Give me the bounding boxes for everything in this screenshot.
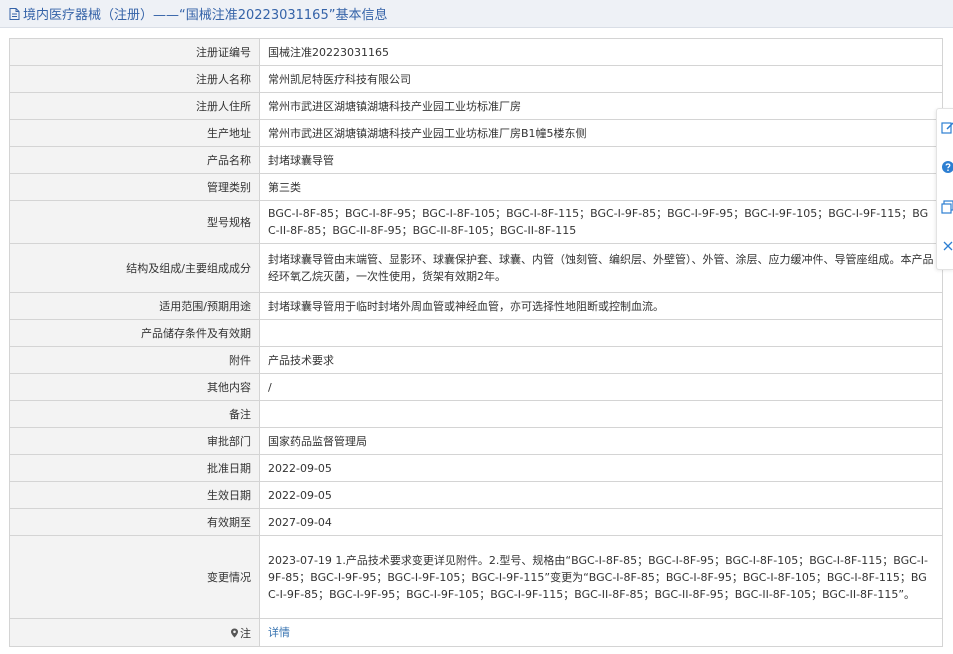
help-icon[interactable] [941, 160, 953, 174]
details-link[interactable]: 详情 [268, 626, 290, 639]
table-row: 附件 产品技术要求 [9, 346, 943, 374]
row-label: 注册人住所 [9, 92, 260, 120]
row-label: 生效日期 [9, 481, 260, 509]
row-label: 备注 [9, 400, 260, 428]
row-label: 结构及组成/主要组成成分 [9, 243, 260, 293]
side-toolbar [936, 108, 953, 270]
row-value: 国械注准20223031165 [259, 38, 943, 66]
table-row: 变更情况 2023-07-19 1.产品技术要求变更详见附件。2.型号、规格由“… [9, 535, 943, 619]
table-row: 注册证编号 国械注准20223031165 [9, 38, 943, 66]
row-value: 2027-09-04 [259, 508, 943, 536]
row-value: 封堵球囊导管 [259, 146, 943, 174]
page-title: 境内医疗器械（注册）——“国械注准20223031165”基本信息 [23, 8, 388, 23]
row-label: 产品储存条件及有效期 [9, 319, 260, 347]
row-label: 批准日期 [9, 454, 260, 482]
table-row: 产品储存条件及有效期 [9, 319, 943, 347]
row-value: 国家药品监督管理局 [259, 427, 943, 455]
row-value: / [259, 373, 943, 401]
row-label: 产品名称 [9, 146, 260, 174]
row-value: 2023-07-19 1.产品技术要求变更详见附件。2.型号、规格由“BGC-I… [259, 535, 943, 619]
row-label: 审批部门 [9, 427, 260, 455]
table-row: 生产地址 常州市武进区湖塘镇湖塘科技产业园工业坊标准厂房B1幢5楼东侧 [9, 119, 943, 147]
table-row: 注册人住所 常州市武进区湖塘镇湖塘科技产业园工业坊标准厂房 [9, 92, 943, 120]
note-label: 注 [240, 626, 251, 640]
row-label: 注册证编号 [9, 38, 260, 66]
table-row: 型号规格 BGC-I-8F-85；BGC-I-8F-95；BGC-I-8F-10… [9, 200, 943, 244]
row-label: 其他内容 [9, 373, 260, 401]
row-value: 常州市武进区湖塘镇湖塘科技产业园工业坊标准厂房B1幢5楼东侧 [259, 119, 943, 147]
note-label-cell: 注 [9, 618, 260, 647]
row-label: 有效期至 [9, 508, 260, 536]
note-value-cell: 详情 [259, 618, 943, 647]
table-row: 管理类别 第三类 [9, 173, 943, 201]
table-row: 生效日期 2022-09-05 [9, 481, 943, 509]
copy-icon[interactable] [941, 200, 953, 214]
row-value: 封堵球囊导管用于临时封堵外周血管或神经血管，亦可选择性地阻断或控制血流。 [259, 292, 943, 320]
row-value: 常州凯尼特医疗科技有限公司 [259, 65, 943, 93]
table-row: 注册人名称 常州凯尼特医疗科技有限公司 [9, 65, 943, 93]
row-label: 生产地址 [9, 119, 260, 147]
row-value [259, 400, 943, 428]
table-row: 结构及组成/主要组成成分 封堵球囊导管由末端管、显影环、球囊保护套、球囊、内管（… [9, 243, 943, 293]
table-row: 产品名称 封堵球囊导管 [9, 146, 943, 174]
page-title-bar: 境内医疗器械（注册）——“国械注准20223031165”基本信息 [0, 0, 953, 28]
table-row: 有效期至 2027-09-04 [9, 508, 943, 536]
note-row: 注 详情 [9, 618, 943, 647]
table-row: 审批部门 国家药品监督管理局 [9, 427, 943, 455]
row-value: 第三类 [259, 173, 943, 201]
table-row: 适用范围/预期用途 封堵球囊导管用于临时封堵外周血管或神经血管，亦可选择性地阻断… [9, 292, 943, 320]
row-value: 2022-09-05 [259, 454, 943, 482]
row-value [259, 319, 943, 347]
row-label: 注册人名称 [9, 65, 260, 93]
table-row: 批准日期 2022-09-05 [9, 454, 943, 482]
row-label: 型号规格 [9, 200, 260, 244]
row-label: 适用范围/预期用途 [9, 292, 260, 320]
row-value: BGC-I-8F-85；BGC-I-8F-95；BGC-I-8F-105；BGC… [259, 200, 943, 244]
table-row: 其他内容 / [9, 373, 943, 401]
row-label: 变更情况 [9, 535, 260, 619]
document-icon [9, 7, 20, 20]
table-row: 备注 [9, 400, 943, 428]
row-value: 产品技术要求 [259, 346, 943, 374]
row-value: 封堵球囊导管由末端管、显影环、球囊保护套、球囊、内管（蚀刻管、编织层、外壁管）、… [259, 243, 943, 293]
location-pin-icon [231, 628, 238, 637]
row-label: 管理类别 [9, 173, 260, 201]
edit-icon[interactable] [941, 121, 953, 135]
row-value: 常州市武进区湖塘镇湖塘科技产业园工业坊标准厂房 [259, 92, 943, 120]
registration-info-table: 注册证编号 国械注准20223031165 注册人名称 常州凯尼特医疗科技有限公… [9, 38, 943, 647]
close-icon[interactable] [941, 239, 953, 253]
row-label: 附件 [9, 346, 260, 374]
row-value: 2022-09-05 [259, 481, 943, 509]
